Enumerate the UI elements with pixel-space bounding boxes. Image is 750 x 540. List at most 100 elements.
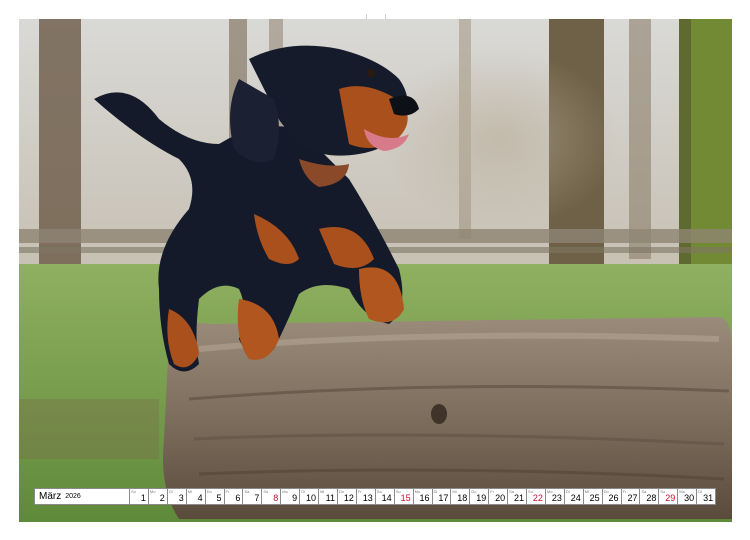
day-number: 21: [514, 493, 525, 503]
calendar-page: März 2026 So 1 Mo 2 Di 3 Mi 4 Do 5 Fr 6 Sa 7 So 8 Mo 9 Di 1…: [0, 0, 750, 540]
day-cell: Di 3: [167, 488, 187, 505]
weekday-abbrev: Di: [565, 489, 570, 494]
day-number: 6: [235, 493, 241, 503]
day-cell: Fr 13: [356, 488, 376, 505]
dog-jumping-over-log-image: [19, 19, 732, 522]
day-number: 12: [343, 493, 354, 503]
weekday-abbrev: Do: [603, 489, 609, 494]
day-number: 20: [495, 493, 506, 503]
weekday-abbrev: Fr: [622, 489, 627, 494]
day-cell: Fr 20: [489, 488, 509, 505]
day-cell: Sa 7: [243, 488, 263, 505]
weekday-abbrev: Do: [471, 489, 477, 494]
day-number: 14: [381, 493, 392, 503]
day-cell: Mo 16: [413, 488, 433, 505]
day-cell: Mo 9: [281, 488, 301, 505]
weekday-abbrev: So: [131, 489, 136, 494]
weekday-abbrev: Fr: [357, 489, 362, 494]
day-number: 27: [627, 493, 638, 503]
day-number: 2: [159, 493, 165, 503]
day-number: 4: [197, 493, 203, 503]
weekday-abbrev: Do: [206, 489, 212, 494]
weekday-abbrev: Di: [698, 489, 702, 494]
day-cell: So 15: [394, 488, 414, 505]
day-number: 16: [419, 493, 430, 503]
day-cell: Mi 4: [186, 488, 206, 505]
weekday-abbrev: Sa: [641, 489, 647, 494]
weekday-abbrev: Mi: [584, 489, 589, 494]
day-number: 18: [457, 493, 468, 503]
weekday-abbrev: So: [660, 489, 666, 494]
weekday-abbrev: Fr: [490, 489, 494, 494]
day-number: 13: [362, 493, 373, 503]
day-number: 23: [551, 493, 562, 503]
weekday-abbrev: Mi: [187, 489, 192, 494]
weekday-abbrev: Do: [338, 489, 345, 494]
day-number: 26: [608, 493, 619, 503]
weekday-abbrev: Sa: [244, 489, 250, 494]
day-cell: So 22: [527, 488, 546, 505]
day-cell: Do 19: [470, 488, 490, 505]
day-cell: Sa 21: [508, 488, 528, 505]
weekday-abbrev: Mi: [320, 489, 325, 494]
day-cell: Mi 25: [583, 488, 603, 505]
calendar-strip: März 2026 So 1 Mo 2 Di 3 Mi 4 Do 5 Fr 6 Sa 7 So 8 Mo 9 Di 1…: [34, 488, 717, 505]
day-number: 22: [532, 493, 543, 503]
day-number: 17: [438, 493, 449, 503]
weekday-abbrev: Mo: [546, 489, 553, 494]
day-number: 1: [140, 493, 146, 503]
weekday-abbrev: Mo: [679, 489, 685, 494]
weekday-abbrev: Sa: [509, 489, 515, 494]
day-cell: Do 12: [337, 488, 357, 505]
day-cell: Di 31: [697, 488, 717, 505]
day-number: 25: [589, 493, 600, 503]
day-number: 11: [325, 493, 335, 503]
day-number: 8: [273, 493, 279, 503]
year: 2026: [65, 493, 81, 500]
day-number: 5: [216, 493, 222, 503]
weekday-abbrev: So: [395, 489, 401, 494]
day-cell: Fr 27: [621, 488, 641, 505]
day-cell: Di 10: [300, 488, 320, 505]
day-cell: Mo 30: [678, 488, 698, 505]
day-cell: So 8: [262, 488, 282, 505]
day-number: 9: [292, 493, 298, 503]
weekday-abbrev: Mi: [452, 489, 457, 494]
day-cell: Di 17: [432, 488, 452, 505]
day-cell: Di 24: [564, 488, 584, 505]
weekday-abbrev: Mo: [149, 489, 156, 494]
day-cell: So 1: [130, 488, 149, 505]
day-cell: So 29: [659, 488, 679, 505]
day-number: 10: [306, 493, 317, 503]
day-number: 31: [703, 493, 714, 503]
day-cell: Sa 14: [375, 488, 395, 505]
day-cell: Mi 11: [319, 488, 338, 505]
weekday-abbrev: So: [263, 489, 269, 494]
day-cell: Mi 18: [451, 488, 471, 505]
dog-photo: [19, 19, 732, 522]
weekday-abbrev: Di: [168, 489, 173, 494]
day-cell: Sa 28: [640, 488, 660, 505]
day-number: 15: [400, 493, 411, 503]
day-cell: Mo 2: [148, 488, 168, 505]
day-cell: Fr 6: [224, 488, 244, 505]
day-number: 29: [665, 493, 676, 503]
weekday-abbrev: Sa: [376, 489, 382, 494]
day-number: 7: [254, 493, 260, 503]
day-cell: Do 26: [602, 488, 622, 505]
weekday-abbrev: Di: [433, 489, 438, 494]
weekday-abbrev: Fr: [225, 489, 230, 494]
day-number: 3: [178, 493, 184, 503]
weekday-abbrev: Mo: [282, 489, 288, 494]
day-number: 19: [476, 493, 487, 503]
day-number: 24: [570, 493, 581, 503]
day-cell: Mo 23: [545, 488, 565, 505]
weekday-abbrev: Mo: [414, 489, 421, 494]
day-number: 30: [684, 493, 695, 503]
weekday-abbrev: So: [528, 489, 533, 494]
day-cell: Do 5: [205, 488, 225, 505]
day-cells: So 1 Mo 2 Di 3 Mi 4 Do 5 Fr 6 Sa 7 So 8 Mo 9 Di 10 Mi 11 Do 12 F…: [130, 488, 717, 505]
weekday-abbrev: Di: [301, 489, 305, 494]
month-label-box: März 2026: [34, 488, 130, 505]
day-number: 28: [646, 493, 657, 503]
